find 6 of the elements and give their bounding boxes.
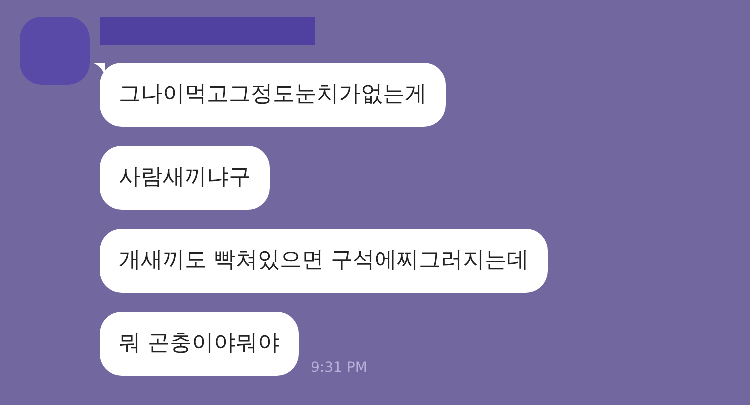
bubble-tail-icon: [93, 63, 105, 75]
message-time: 9:31 PM: [311, 360, 368, 376]
avatar: [20, 17, 90, 85]
message-bubble: 뭐 곤충이야뭐야: [100, 312, 299, 376]
message-bubble: 사람새끼냐구: [100, 146, 270, 210]
message-bubble: 개새끼도 빡쳐있으면 구석에찌그러지는데: [100, 229, 548, 293]
